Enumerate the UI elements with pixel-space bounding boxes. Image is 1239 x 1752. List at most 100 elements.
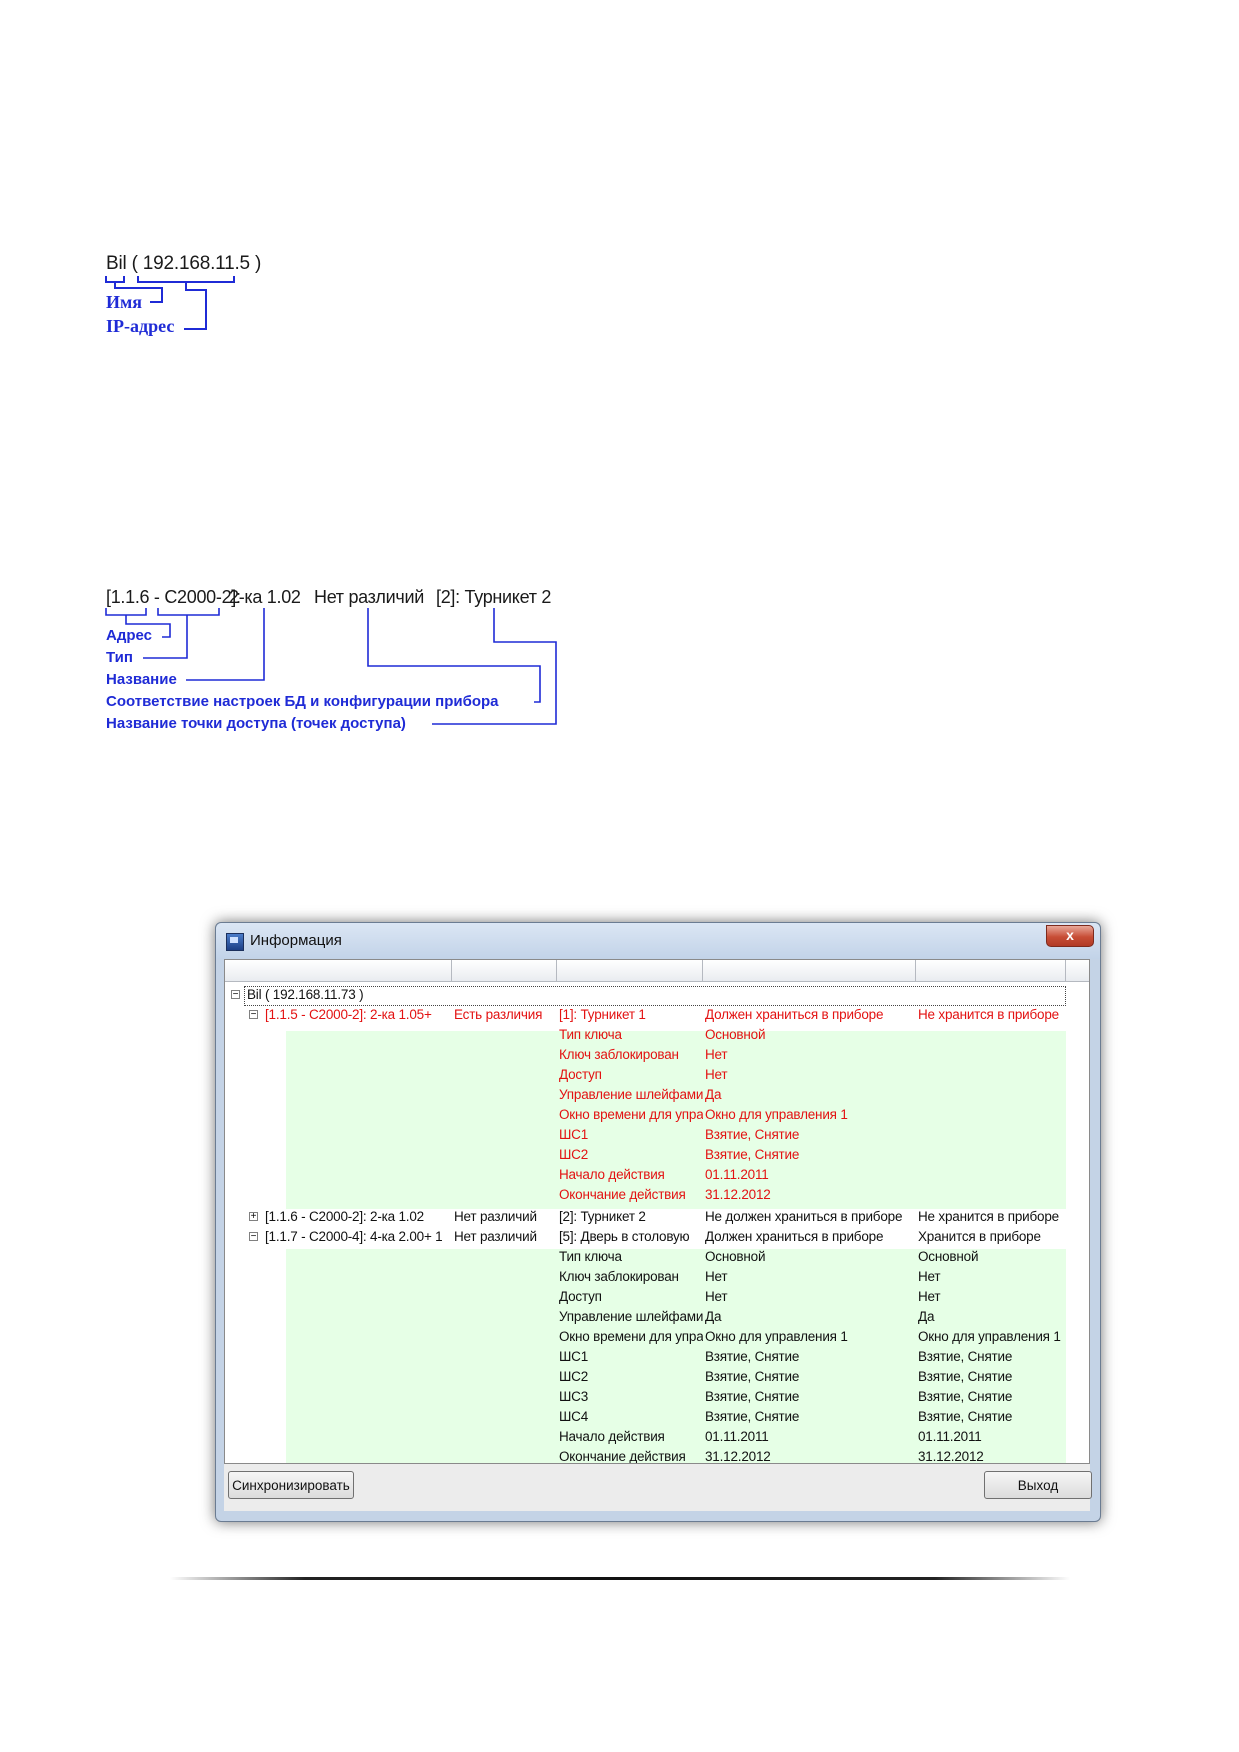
device3-db-state: Должен храниться в приборе [705, 1229, 884, 1244]
page-divider-line [170, 1577, 1070, 1580]
device3-detail-row[interactable]: ШС3 Взятие, Снятие Взятие, Снятие [225, 1387, 1089, 1407]
device3-device-state: Хранится в приборе [918, 1229, 1041, 1244]
detail-parameter: Тип ключа [559, 1027, 622, 1042]
detail-db-value: 31.12.2012 [705, 1449, 771, 1464]
device1-address: [1.1.5 - С2000-2]: 2-ка 1.05+ [265, 1007, 432, 1022]
detail-parameter: ШС3 [559, 1389, 589, 1404]
device1-detail-row[interactable]: Ключ заблокирован Нет [225, 1045, 1089, 1065]
detail-device-value: Нет [918, 1289, 941, 1304]
device1-detail-row[interactable]: Окончание действия 31.12.2012 [225, 1185, 1089, 1205]
detail-parameter: Окончание действия [559, 1449, 686, 1464]
tree-row-device1[interactable]: [1.1.5 - С2000-2]: 2-ка 1.05+ Есть разли… [225, 1005, 1089, 1025]
device1-detail-row[interactable]: ШС1 Взятие, Снятие [225, 1125, 1089, 1145]
tree-row-root[interactable]: Bil ( 192.168.11.73 ) [225, 985, 1089, 1005]
diagram2-connector-lines [105, 608, 557, 725]
device1-detail-row[interactable]: Начало действия 01.11.2011 [225, 1165, 1089, 1185]
detail-parameter: Окно времени для управления [559, 1107, 703, 1122]
device1-access-point: [1]: Турникет 1 [559, 1007, 646, 1022]
detail-parameter: Начало действия [559, 1429, 665, 1444]
device1-detail-row[interactable]: ШС2 Взятие, Снятие [225, 1145, 1089, 1165]
detail-db-value: Нет [705, 1269, 728, 1284]
detail-db-value: Взятие, Снятие [705, 1389, 800, 1404]
sync-tree[interactable]: − Bil ( 192.168.11.73 ) − [1.1.5 - С2000… [224, 959, 1090, 1464]
device3-address: [1.1.7 - С2000-4]: 4-ка 2.00+ 1 [265, 1229, 443, 1244]
detail-device-value: 31.12.2012 [918, 1449, 984, 1464]
detail-db-value: Взятие, Снятие [705, 1409, 800, 1424]
detail-device-value: Да [918, 1309, 935, 1324]
device3-detail-row[interactable]: ШС2 Взятие, Снятие Взятие, Снятие [225, 1367, 1089, 1387]
device3-detail-row[interactable]: Окончание действия 31.12.2012 31.12.2012 [225, 1447, 1089, 1464]
device3-detail-row[interactable]: Управление шлейфами Да Да [225, 1307, 1089, 1327]
device1-detail-row[interactable]: Управление шлейфами Да [225, 1085, 1089, 1105]
device2-address: [1.1.6 - С2000-2]: 2-ка 1.02 [265, 1209, 424, 1224]
detail-parameter: Тип ключа [559, 1249, 622, 1264]
detail-db-value: 01.11.2011 [705, 1429, 769, 1444]
device2-status: Нет различий [454, 1209, 537, 1224]
detail-parameter: Управление шлейфами [559, 1087, 703, 1102]
detail-parameter: ШС1 [559, 1127, 589, 1142]
close-button[interactable]: x [1046, 925, 1094, 947]
exit-button[interactable]: Выход [984, 1471, 1092, 1499]
root-label: Bil ( 192.168.11.73 ) [247, 987, 364, 1002]
column-header-4[interactable] [703, 960, 916, 982]
detail-device-value: Взятие, Снятие [918, 1349, 1013, 1364]
device3-access-point: [5]: Дверь в столовую [559, 1229, 690, 1244]
detail-parameter: ШС2 [559, 1369, 589, 1384]
device1-detail-row[interactable]: Окно времени для управленияОкно для упра… [225, 1105, 1089, 1125]
device2-access-point: [2]: Турникет 2 [559, 1209, 646, 1224]
detail-device-value: 01.11.2011 [918, 1429, 982, 1444]
device3-detail-row[interactable]: Доступ Нет Нет [225, 1287, 1089, 1307]
detail-db-value: Взятие, Снятие [705, 1127, 800, 1142]
detail-parameter: Начало действия [559, 1167, 665, 1182]
device3-detail-row[interactable]: Начало действия 01.11.2011 01.11.2011 [225, 1427, 1089, 1447]
detail-parameter: Окно времени для управления [559, 1329, 703, 1344]
detail-db-value: 01.11.2011 [705, 1167, 769, 1182]
column-header-filler [1066, 960, 1089, 982]
detail-device-value: Окно для управления 1 [918, 1329, 1061, 1344]
column-header-2[interactable] [452, 960, 557, 982]
device3-detail-row[interactable]: ШС1 Взятие, Снятие Взятие, Снятие [225, 1347, 1089, 1367]
device1-status: Есть различия [454, 1007, 543, 1022]
column-header-1[interactable] [225, 960, 452, 982]
detail-db-value: Взятие, Снятие [705, 1369, 800, 1384]
detail-db-value: Нет [705, 1067, 728, 1082]
detail-db-value: Окно для управления 1 [705, 1107, 848, 1122]
detail-db-value: Основной [705, 1249, 766, 1264]
information-window: Информация x − Bil ( 192.168.11.73 ) − [… [215, 922, 1101, 1522]
device3-status: Нет различий [454, 1229, 537, 1244]
detail-db-value: Да [705, 1087, 722, 1102]
detail-parameter: Доступ [559, 1067, 602, 1082]
detail-parameter: ШС2 [559, 1147, 589, 1162]
detail-device-value: Нет [918, 1269, 941, 1284]
detail-db-value: Нет [705, 1047, 728, 1062]
detail-device-value: Взятие, Снятие [918, 1389, 1013, 1404]
detail-parameter: Управление шлейфами [559, 1309, 703, 1324]
column-header-3[interactable] [557, 960, 703, 982]
device3-detail-row[interactable]: Окно времени для управленияОкно для упра… [225, 1327, 1089, 1347]
detail-db-value: Нет [705, 1289, 728, 1304]
detail-db-value: Взятие, Снятие [705, 1147, 800, 1162]
synchronize-button[interactable]: Синхронизировать [228, 1471, 354, 1499]
tree-row-device2[interactable]: [1.1.6 - С2000-2]: 2-ка 1.02 Нет различи… [225, 1207, 1089, 1227]
detail-parameter: Ключ заблокирован [559, 1047, 679, 1062]
tree-row-device3[interactable]: [1.1.7 - С2000-4]: 4-ка 2.00+ 1 Нет разл… [225, 1227, 1089, 1247]
column-header-5[interactable] [916, 960, 1066, 982]
detail-device-value: Взятие, Снятие [918, 1369, 1013, 1384]
detail-db-value: Окно для управления 1 [705, 1329, 848, 1344]
app-icon [226, 933, 244, 951]
detail-device-value: Взятие, Снятие [918, 1409, 1013, 1424]
device2-device-state: Не хранится в приборе [918, 1209, 1059, 1224]
detail-parameter: ШС4 [559, 1409, 589, 1424]
device3-detail-row[interactable]: Тип ключа Основной Основной [225, 1247, 1089, 1267]
device1-detail-row[interactable]: Доступ Нет [225, 1065, 1089, 1085]
window-client: − Bil ( 192.168.11.73 ) − [1.1.5 - С2000… [224, 959, 1092, 1511]
device3-detail-row[interactable]: ШС4 Взятие, Снятие Взятие, Снятие [225, 1407, 1089, 1427]
device1-device-state: Не хранится в приборе [918, 1007, 1059, 1022]
device3-detail-row[interactable]: Ключ заблокирован Нет Нет [225, 1267, 1089, 1287]
window-title: Информация [250, 932, 342, 949]
title-bar[interactable]: Информация x [216, 923, 1100, 959]
detail-parameter: Окончание действия [559, 1187, 686, 1202]
device1-detail-row[interactable]: Тип ключа Основной [225, 1025, 1089, 1045]
detail-db-value: Взятие, Снятие [705, 1349, 800, 1364]
detail-parameter: ШС1 [559, 1349, 589, 1364]
